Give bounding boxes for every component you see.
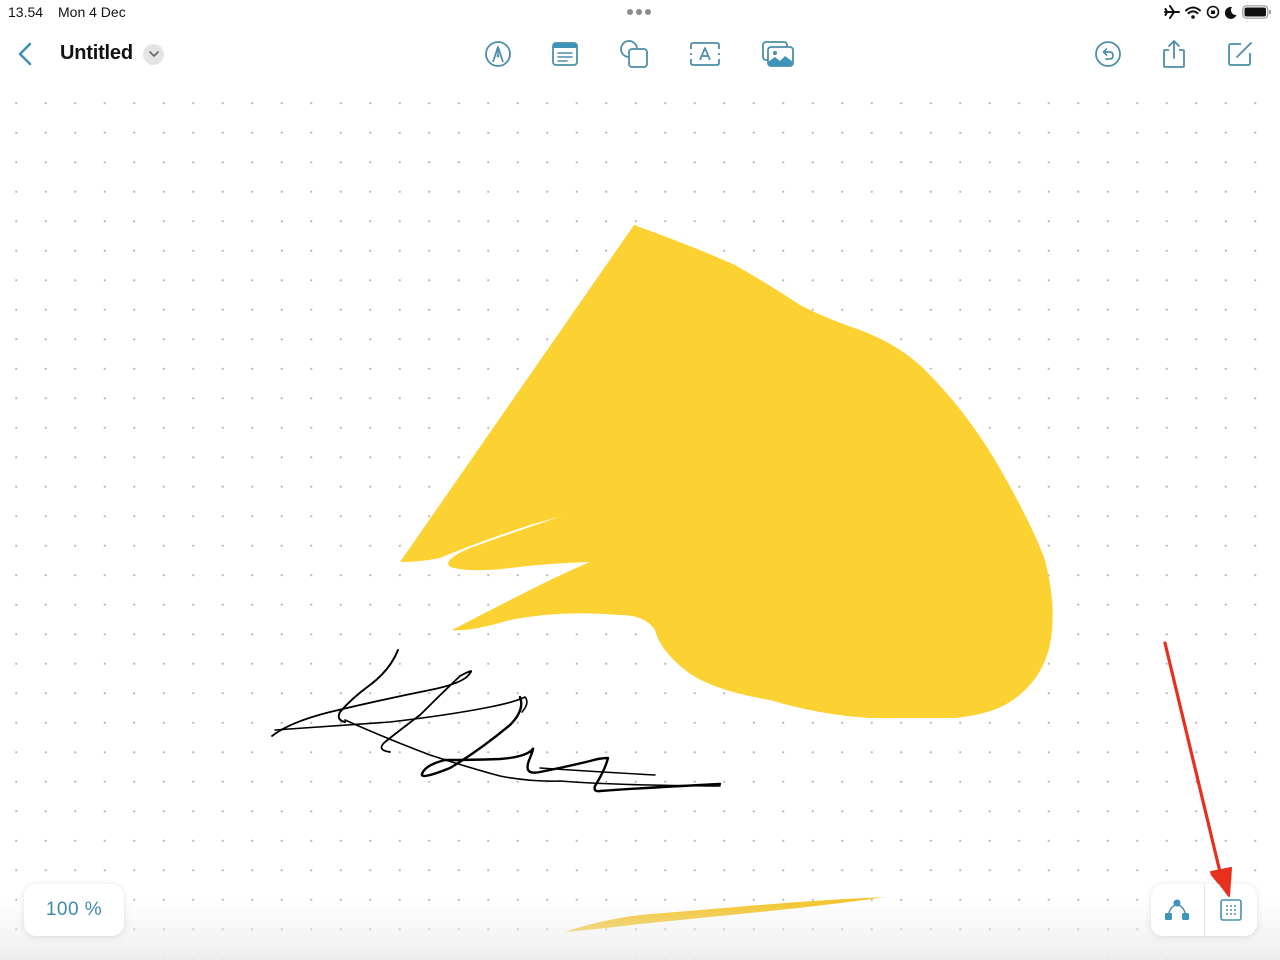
pen-nib-circle-icon [485, 41, 511, 67]
note-card-icon [552, 42, 578, 66]
status-time: 13.54 [8, 4, 44, 20]
title-menu-button[interactable] [143, 44, 164, 65]
share-icon [1163, 40, 1185, 68]
grid-dots-icon [1219, 899, 1242, 921]
do-not-disturb-moon-icon [1225, 6, 1237, 19]
text-box-icon [690, 42, 720, 66]
diagram-view-button[interactable] [1151, 884, 1204, 936]
new-board-button[interactable] [1223, 38, 1257, 70]
dot-icon [627, 9, 633, 15]
multitasking-menu[interactable] [627, 9, 651, 15]
back-button[interactable] [12, 40, 38, 68]
status-date: Mon 4 Dec [58, 4, 126, 20]
sticky-note-button[interactable] [548, 38, 582, 70]
text-box-button[interactable] [688, 38, 722, 70]
status-bar: 13.54 Mon 4 Dec [0, 0, 1280, 24]
shapes-icon [620, 40, 648, 68]
undo-button[interactable] [1091, 38, 1125, 70]
shapes-button[interactable] [617, 38, 651, 70]
airplane-mode-icon [1164, 5, 1180, 19]
wifi-icon [1185, 6, 1201, 19]
grid-toggle-button[interactable] [1205, 884, 1258, 936]
status-icons [1164, 3, 1272, 21]
compose-icon [1228, 42, 1252, 66]
dot-icon [645, 9, 651, 15]
media-button[interactable] [761, 38, 795, 70]
bottom-controls [1151, 884, 1257, 936]
pen-tool-button[interactable] [481, 38, 515, 70]
chevron-down-icon [148, 51, 159, 57]
dot-icon [636, 9, 642, 15]
chevron-left-icon [18, 42, 32, 66]
photos-icon [762, 41, 794, 67]
zoom-level-button[interactable]: 100 % [24, 884, 124, 936]
hierarchy-icon [1165, 899, 1190, 920]
navigation-bar: Untitled [0, 30, 1280, 78]
battery-icon [1242, 5, 1271, 19]
board-title[interactable]: Untitled [60, 42, 133, 65]
orientation-lock-icon [1206, 5, 1220, 19]
share-button[interactable] [1157, 38, 1191, 70]
undo-circle-icon [1095, 41, 1121, 67]
